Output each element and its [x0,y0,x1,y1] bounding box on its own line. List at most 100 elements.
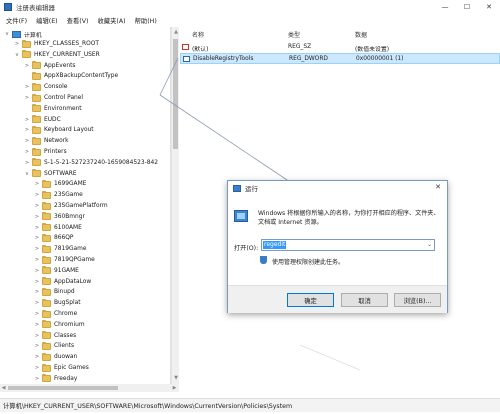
menu-help[interactable]: 帮助(H) [135,16,157,25]
scrollbar-thumb[interactable] [8,386,118,390]
expand-chevron-icon[interactable]: > [34,246,40,252]
tree-item[interactable]: > Chrome [34,309,77,319]
expand-chevron-icon[interactable]: > [34,322,40,328]
menu-edit[interactable]: 编辑(E) [36,16,58,25]
tree-item[interactable]: >6100AME [34,223,82,233]
tree-item[interactable]: > Console [24,82,67,92]
column-header-name[interactable]: 名称 [192,30,204,39]
expand-chevron-icon[interactable]: > [24,117,30,123]
open-input[interactable]: regedit ⌄ [261,239,435,251]
expand-chevron-icon[interactable]: > [34,289,40,295]
open-input-value[interactable]: regedit [263,241,287,249]
collapse-chevron-icon[interactable]: v [4,31,10,37]
tree-item[interactable]: > Control Panel [24,93,83,103]
ok-button[interactable]: 确定 [287,293,334,307]
shield-icon [260,256,267,264]
list-item-selected[interactable]: DisableRegistryTools REG_DWORD 0x0000000… [180,53,500,64]
expand-chevron-icon[interactable]: > [24,84,30,90]
tree-item[interactable]: v HKEY_CURRENT_USER [14,50,100,60]
minimize-button[interactable]: — [434,0,456,14]
tree-item[interactable]: > Printers [24,147,67,157]
folder-icon [32,136,41,145]
tree-item[interactable]: > BugSplat [34,298,81,308]
expand-chevron-icon[interactable]: > [34,343,40,349]
tree-item[interactable]: >866QP [34,233,73,243]
maximize-button[interactable]: ☐ [456,0,478,14]
expand-chevron-icon[interactable]: > [34,192,40,198]
tree-item[interactable]: >1699GAME [34,179,86,189]
folder-icon [32,115,41,124]
tree-item[interactable]: > S-1-5-21-527237240-1659084523-842 [24,158,158,168]
expand-chevron-icon[interactable]: > [34,300,40,306]
tree-item[interactable]: v SOFTWARE [24,169,77,179]
tree-horizontal-scrollbar[interactable]: ◀ ▶ [0,384,179,392]
tree-item[interactable]: >23SGamePlatform [34,201,108,211]
scroll-right-arrow-icon[interactable]: ▶ [171,384,178,392]
tree-item[interactable]: >91GAME [34,266,79,276]
column-header-data[interactable]: 数据 [355,30,367,39]
menu-favorites[interactable]: 收藏夹(A) [97,16,125,25]
value-data: 0x00000001 (1) [356,56,404,62]
scrollbar-thumb[interactable] [173,39,178,149]
expand-chevron-icon[interactable]: > [34,279,40,285]
column-header-type[interactable]: 类型 [288,30,300,39]
tree-item[interactable]: > duowan [34,352,77,362]
list-header: 名称 类型 数据 [180,30,500,40]
expand-chevron-icon[interactable]: > [34,365,40,371]
expand-chevron-icon[interactable]: > [34,257,40,263]
scroll-down-arrow-icon[interactable]: ▼ [173,375,179,381]
tree-item[interactable]: > Chromium [34,320,85,330]
expand-chevron-icon[interactable]: > [34,268,40,274]
menu-view[interactable]: 查看(V) [67,16,89,25]
close-button[interactable]: ✕ [478,0,500,14]
tree-item[interactable]: > Keyboard Layout [24,125,94,135]
tree-item[interactable]: >360Bmngr [34,212,85,222]
expand-chevron-icon[interactable]: > [34,214,40,220]
expand-chevron-icon[interactable]: > [34,311,40,317]
tree-item-computer[interactable]: v 计算机 [4,29,42,39]
expand-chevron-icon[interactable]: > [34,225,40,231]
expand-chevron-icon[interactable]: > [24,138,30,144]
expand-chevron-icon[interactable]: > [24,127,30,133]
tree-item[interactable]: > Binupd [34,287,75,297]
menu-file[interactable]: 文件(F) [6,16,27,25]
tree-item[interactable]: Environment [24,104,82,114]
scroll-up-arrow-icon[interactable]: ▲ [173,29,179,35]
chevron-down-icon[interactable]: ⌄ [427,241,432,248]
expand-chevron-icon[interactable]: > [34,181,40,187]
tree-item[interactable]: > EUDC [24,115,61,125]
tree-item[interactable]: > AppEvents [24,61,75,71]
expand-chevron-icon[interactable]: > [24,149,30,155]
list-item[interactable]: (默认) REG_SZ (数值未设置) [180,42,500,53]
expand-chevron-icon[interactable]: > [24,160,30,166]
tree-item[interactable]: > HKEY_CLASSES_ROOT [14,39,99,49]
cancel-button[interactable]: 取消 [341,293,388,307]
expand-chevron-icon[interactable]: > [34,235,40,241]
browse-button[interactable]: 浏览(B)... [394,293,441,307]
tree-item[interactable]: > Clients [34,341,74,351]
expand-chevron-icon[interactable]: > [24,95,30,101]
collapse-chevron-icon[interactable]: v [14,52,20,58]
tree-item[interactable]: AppXBackupContentType [24,71,118,81]
expand-chevron-icon[interactable]: > [34,354,40,360]
collapse-chevron-icon[interactable]: v [24,171,30,177]
scroll-left-arrow-icon[interactable]: ◀ [0,384,7,392]
tree-item[interactable]: > Freeday [34,374,77,384]
expand-chevron-icon[interactable]: > [34,333,40,339]
tree-item[interactable]: > Network [24,136,69,146]
dialog-close-icon[interactable]: ✕ [435,183,441,191]
expand-chevron-icon[interactable]: > [34,203,40,209]
registry-tree[interactable]: v 计算机 > HKEY_CLASSES_ROOT v HKEY_CURRENT_US… [0,27,171,384]
dialog-title-bar[interactable]: 运行 ✕ [228,181,447,195]
expand-chevron-icon[interactable]: > [34,376,40,382]
tree-item[interactable]: >7819Game [34,244,87,254]
tree-item[interactable]: >7819QPGame [34,255,95,265]
tree-item[interactable]: >23SGame [34,190,83,200]
tree-item-label: AppXBackupContentType [44,73,119,80]
expand-chevron-icon[interactable]: > [24,63,30,69]
tree-item[interactable]: > Epic Games [34,363,89,373]
expand-chevron-icon[interactable]: > [14,41,20,47]
tree-item[interactable]: > Classes [34,331,76,341]
tree-item[interactable]: > AppDataLow [34,277,91,287]
tree-vertical-scrollbar[interactable]: ▲ ▼ [171,27,179,384]
